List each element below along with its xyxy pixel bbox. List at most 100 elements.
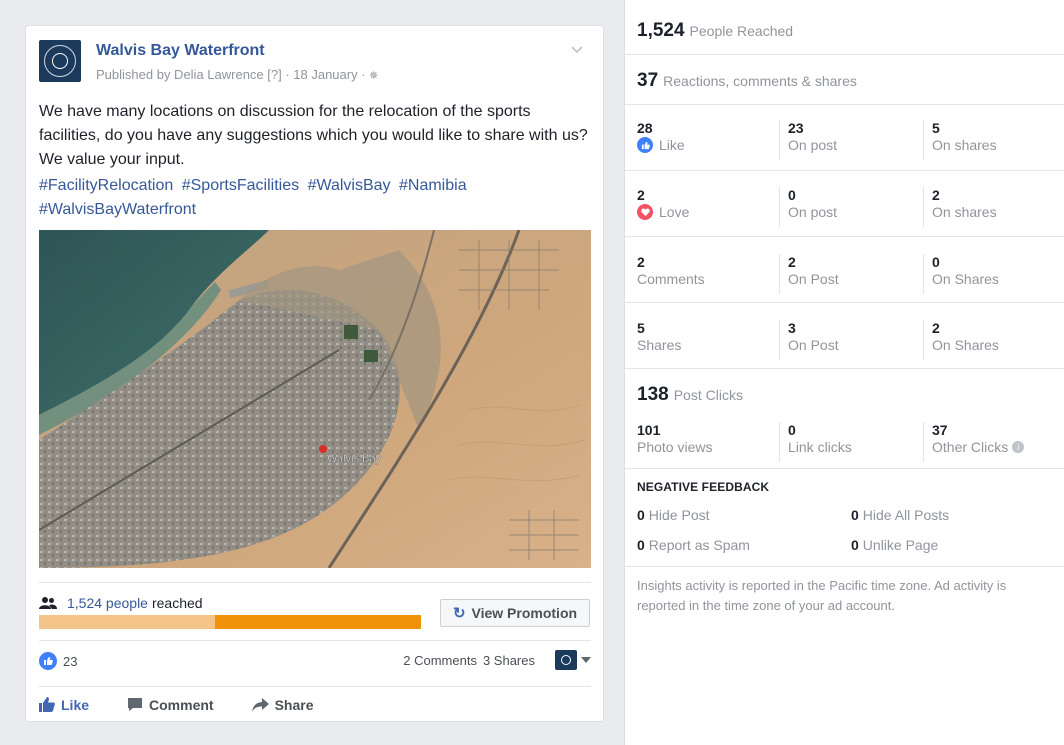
comments-count-link[interactable]: 2 Comments [403,653,477,668]
page-avatar[interactable] [39,40,81,82]
reach-count-link[interactable]: 1,524 people [67,595,148,611]
like-on-post-cell: 23 On post [779,120,923,160]
post-clicks-header: 138 Post Clicks [637,384,743,406]
published-by-text: Published by Delia Lawrence [?] · 18 Jan… [96,67,370,82]
shares-total-cell: 5 Shares [637,320,777,360]
clicks-breakdown-row: 101 Photo views 0 Link clicks 37 Other C… [625,422,1064,488]
other-clicks-value: 37 [932,422,948,438]
info-icon[interactable]: i [1012,441,1025,453]
divider [625,468,1064,469]
engagement-stats-row: 23 2 Comments 3 Shares [39,640,591,678]
love-total-cell: 2 Love [637,187,777,227]
people-reached-header: 1,524 People Reached [637,20,793,42]
post-header: Walvis Bay Waterfront Published by Delia… [39,40,591,90]
like-total: 28 [637,120,653,136]
shares-row: 5 Shares 3 On Post 2 On Shares [625,320,1064,386]
comment-share-counts: 2 Comments 3 Shares [403,650,591,670]
love-total-label: Love [659,204,690,220]
share-button[interactable]: Share [251,697,314,713]
link-clicks-value: 0 [788,422,796,438]
link-clicks-label: Link clicks [788,439,852,455]
reach-paid-fill [214,615,421,629]
people-reached-label: People Reached [689,23,794,39]
refresh-icon: ↻ [452,605,466,622]
on-shares-label: On Shares [932,271,999,287]
thumbs-up-icon [39,697,55,712]
share-arrow-icon [251,697,269,712]
like-total-label: Like [659,137,685,153]
divider [625,302,1064,303]
other-clicks-cell: 37 Other Clicks i [923,422,1063,462]
like-count[interactable]: 23 [39,652,77,670]
unlike-page-value: 0 [851,537,859,553]
view-promotion-button[interactable]: ↻ View Promotion [440,599,590,627]
post-text: We have many locations on discussion for… [39,103,588,168]
hashtag-link[interactable]: #WalvisBayWaterfront [39,201,196,218]
post-satellite-image[interactable]: Walvis Bay [39,230,591,568]
comment-label: Comment [149,696,214,713]
comments-total: 2 [637,254,645,270]
like-on-shares: 5 [932,120,940,136]
negative-feedback-title: NEGATIVE FEEDBACK [637,480,770,494]
post-options-chevron-icon[interactable] [571,46,583,58]
love-icon [637,204,653,220]
engagement-value: 37 [637,70,659,91]
love-total: 2 [637,187,645,203]
comments-row: 2 Comments 2 On Post 0 On Shares [625,254,1064,320]
comments-on-shares: 0 [932,254,940,270]
hashtag-link[interactable]: #Namibia [399,177,467,194]
insights-panel: 1,524 People Reached 37 Reactions, comme… [624,0,1064,745]
people-reached-value: 1,524 [637,20,685,41]
on-post-label: On post [788,204,838,220]
post-as-avatar[interactable] [555,650,577,670]
page-name-link[interactable]: Walvis Bay Waterfront [96,42,265,60]
engagement-label: Reactions, comments & shares [663,73,857,89]
reaction-row-love: 2 Love 0 On post 2 On shares [625,187,1064,253]
comments-on-post-cell: 2 On Post [779,254,923,294]
love-on-shares-cell: 2 On shares [923,187,1063,227]
like-count-text: 23 [63,653,78,669]
shares-count-link[interactable]: 3 Shares [483,653,535,668]
love-on-post-cell: 0 On post [779,187,923,227]
hashtag-link[interactable]: #WalvisBay [308,177,391,194]
link-clicks-cell: 0 Link clicks [779,422,923,462]
like-on-post: 23 [788,120,804,136]
map-pin-label: Walvis Bay [327,453,381,465]
shares-on-shares: 2 [932,320,940,336]
on-post-label: On Post [788,271,839,287]
comments-total-cell: 2 Comments [637,254,777,294]
photo-views-value: 101 [637,422,661,438]
reach-progress-bar [39,615,421,629]
photo-views-label: Photo views [637,439,713,455]
on-post-label: On Post [788,337,839,353]
divider [625,566,1064,567]
hide-all-posts-label: Hide All Posts [862,507,950,523]
comment-button[interactable]: Comment [127,697,214,713]
on-shares-label: On shares [932,204,997,220]
post-clicks-label: Post Clicks [673,387,743,403]
post-card: Walvis Bay Waterfront Published by Delia… [25,25,604,722]
on-post-label: On post [788,137,838,153]
shares-on-post: 3 [788,320,796,336]
hashtag-link[interactable]: #SportsFacilities [182,177,299,194]
insights-footnote: Insights activity is reported in the Pac… [637,578,1007,613]
like-bubble-icon [39,652,57,670]
love-on-shares: 2 [932,187,940,203]
love-on-post: 0 [788,187,796,203]
divider [625,236,1064,237]
hide-post-value: 0 [637,507,645,523]
post-actions: Like Comment Share [39,686,591,722]
people-icon [39,596,57,610]
report-spam-stat: 0 Report as Spam [637,537,750,553]
like-button[interactable]: Like [39,697,89,713]
comments-on-shares-cell: 0 On Shares [923,254,1063,294]
hashtag-link[interactable]: #FacilityRelocation [39,177,173,194]
photo-views-cell: 101 Photo views [637,422,777,462]
shares-total-label: Shares [637,337,682,353]
other-clicks-label: Other Clicks [932,439,1009,455]
shares-on-post-cell: 3 On Post [779,320,923,360]
caret-down-icon[interactable] [581,657,591,663]
like-icon [637,137,653,153]
hide-post-stat: 0 Hide Post [637,507,710,523]
unlike-page-stat: 0 Unlike Page [851,537,938,553]
